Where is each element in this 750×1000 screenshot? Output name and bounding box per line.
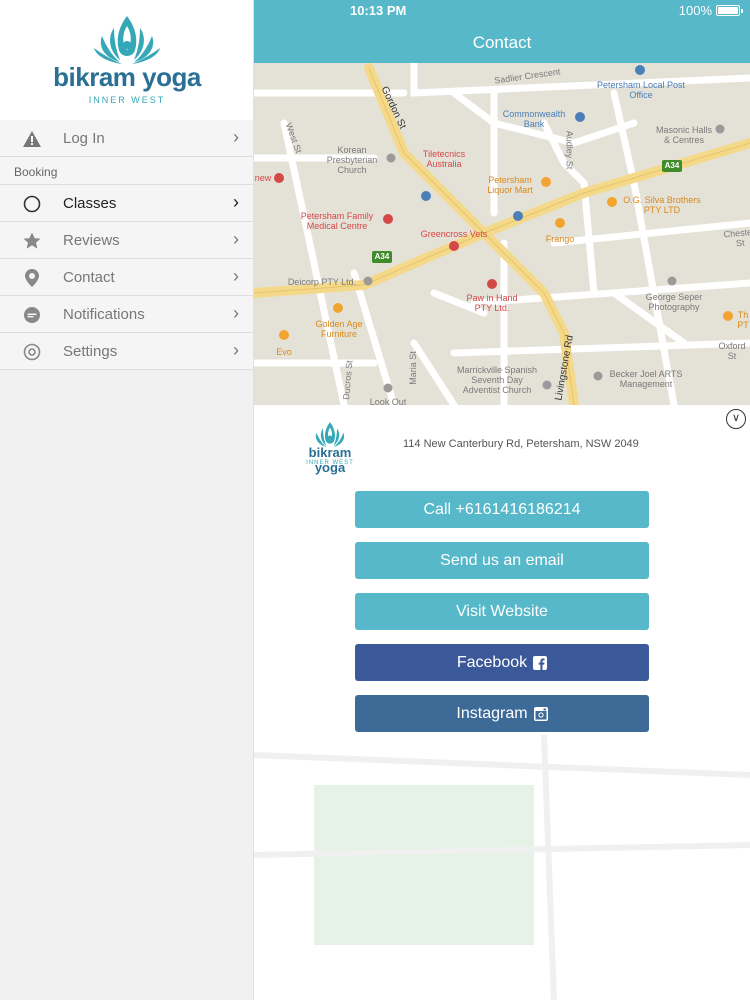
street-label: Maria St xyxy=(407,351,418,385)
brand-subtitle: INNER WEST xyxy=(88,95,166,105)
map-place-label: Look Out xyxy=(369,397,407,405)
location-pin-icon xyxy=(25,269,39,287)
map-place-label: Becker Joel ARTS Management xyxy=(609,369,683,389)
street-label: Chester St xyxy=(723,226,750,249)
status-battery: 100% xyxy=(678,3,743,18)
sidebar-item-reviews[interactable]: Reviews › xyxy=(0,222,253,259)
chat-bubble-icon xyxy=(24,307,40,323)
chevron-right-icon: › xyxy=(233,229,239,249)
sidebar-item-label: Log In xyxy=(63,130,105,147)
section-header-booking: Booking xyxy=(0,157,253,185)
section-header-label: Booking xyxy=(14,165,58,179)
sidebar: bikram yoga INNER WEST Log In › Booking … xyxy=(0,0,254,1000)
map-place-label: Deicorp PTY Ltd. xyxy=(287,277,357,287)
chevron-right-icon: › xyxy=(233,192,239,212)
collapse-button[interactable]: ∨ xyxy=(726,409,746,429)
map-place-label: Petersham Liquor Mart xyxy=(487,175,533,195)
map-place-label: Frango xyxy=(545,234,575,244)
map-place-label: Greencross Vets xyxy=(420,229,488,239)
battery-icon xyxy=(716,5,743,16)
email-button[interactable]: Send us an email xyxy=(355,542,649,579)
status-time: 10:13 PM xyxy=(350,3,407,18)
brand-logo: bikram yoga INNER WEST xyxy=(0,0,253,120)
road-badge-label: A34 xyxy=(374,252,390,261)
map-place-label: Evo xyxy=(276,347,292,357)
address-text: 114 New Canterbury Rd, Petersham, NSW 20… xyxy=(403,438,639,450)
star-icon xyxy=(23,232,41,249)
main-content: 10:13 PM 100% Contact Gordon St Sadlier … xyxy=(254,0,750,1000)
battery-percent: 100% xyxy=(678,3,712,18)
instagram-button[interactable]: Instagram xyxy=(355,695,649,732)
map-place-label: Petersham Local Post Office xyxy=(596,80,686,100)
email-button-label: Send us an email xyxy=(440,551,564,569)
map-place-label: Commonwealth Bank xyxy=(502,109,566,129)
background-map-image xyxy=(254,735,750,1000)
chevron-right-icon: › xyxy=(233,266,239,286)
map-place-label: Golden Age Furniture xyxy=(315,319,363,339)
instagram-button-label: Instagram xyxy=(456,704,528,722)
sidebar-item-label: Classes xyxy=(63,195,117,212)
street-label: Oxford St xyxy=(718,341,746,361)
chevron-right-icon: › xyxy=(233,340,239,360)
website-button[interactable]: Visit Website xyxy=(355,593,649,630)
road-badge-label: A34 xyxy=(664,161,680,170)
map-place-label: Paw in Hand PTY Ltd. xyxy=(466,293,518,313)
facebook-button[interactable]: Facebook xyxy=(355,644,649,681)
map-place-label: Korean Presbyterian Church xyxy=(326,145,378,175)
call-button[interactable]: Call +6161416186214 xyxy=(355,491,649,528)
lotus-logo-icon xyxy=(94,16,160,64)
map-place-label: O.G. Silva Brothers PTY LTD xyxy=(623,195,701,215)
chevron-right-icon: › xyxy=(233,303,239,323)
call-button-label: Call +6161416186214 xyxy=(423,500,581,518)
contact-panel: ∨ bikram yoga INNER WEST 114 New Canterb… xyxy=(254,405,750,1000)
nav-bar: 10:13 PM 100% Contact xyxy=(254,0,750,63)
sidebar-item-contact[interactable]: Contact › xyxy=(0,259,253,296)
gear-icon xyxy=(23,343,41,361)
street-label: Audley St xyxy=(564,130,575,170)
chevron-right-icon: › xyxy=(233,127,239,147)
brand-name: bikram yoga xyxy=(53,62,201,92)
map-place-label: Tiletecnics Australia xyxy=(422,149,466,169)
sidebar-item-notifications[interactable]: Notifications › xyxy=(0,296,253,333)
map-place-label: Petersham Family Medical Centre xyxy=(300,211,374,231)
facebook-icon xyxy=(533,655,548,670)
chevron-down-icon: ∨ xyxy=(731,412,741,424)
app-root: bikram yoga INNER WEST Log In › Booking … xyxy=(0,0,750,1000)
sidebar-item-label: Settings xyxy=(63,343,118,360)
sidebar-item-classes[interactable]: Classes › xyxy=(0,185,253,222)
sidebar-item-label: Notifications xyxy=(63,306,145,323)
brand-subtitle-small: INNER WEST xyxy=(306,460,354,466)
sidebar-item-label: Reviews xyxy=(63,232,120,249)
map-place-label: Th PT xyxy=(737,310,749,330)
website-button-label: Visit Website xyxy=(456,602,548,620)
map-place-label: Marrickville Spanish Seventh Day Adventi… xyxy=(456,365,538,395)
instagram-icon xyxy=(533,706,548,721)
sidebar-item-label: Contact xyxy=(63,269,115,286)
map-view[interactable]: Gordon St Sadlier Crescent West St Audle… xyxy=(254,63,750,405)
sidebar-item-login[interactable]: Log In › xyxy=(0,120,253,157)
map-place-label: new xyxy=(254,173,272,183)
map-place-label: George Seper Photography xyxy=(645,292,703,312)
map-place-label: Masonic Halls & Centres xyxy=(655,125,713,145)
sidebar-item-settings[interactable]: Settings › xyxy=(0,333,253,370)
warning-icon xyxy=(23,131,41,147)
circle-icon xyxy=(23,195,41,213)
page-title: Contact xyxy=(472,33,532,52)
facebook-button-label: Facebook xyxy=(456,653,528,671)
